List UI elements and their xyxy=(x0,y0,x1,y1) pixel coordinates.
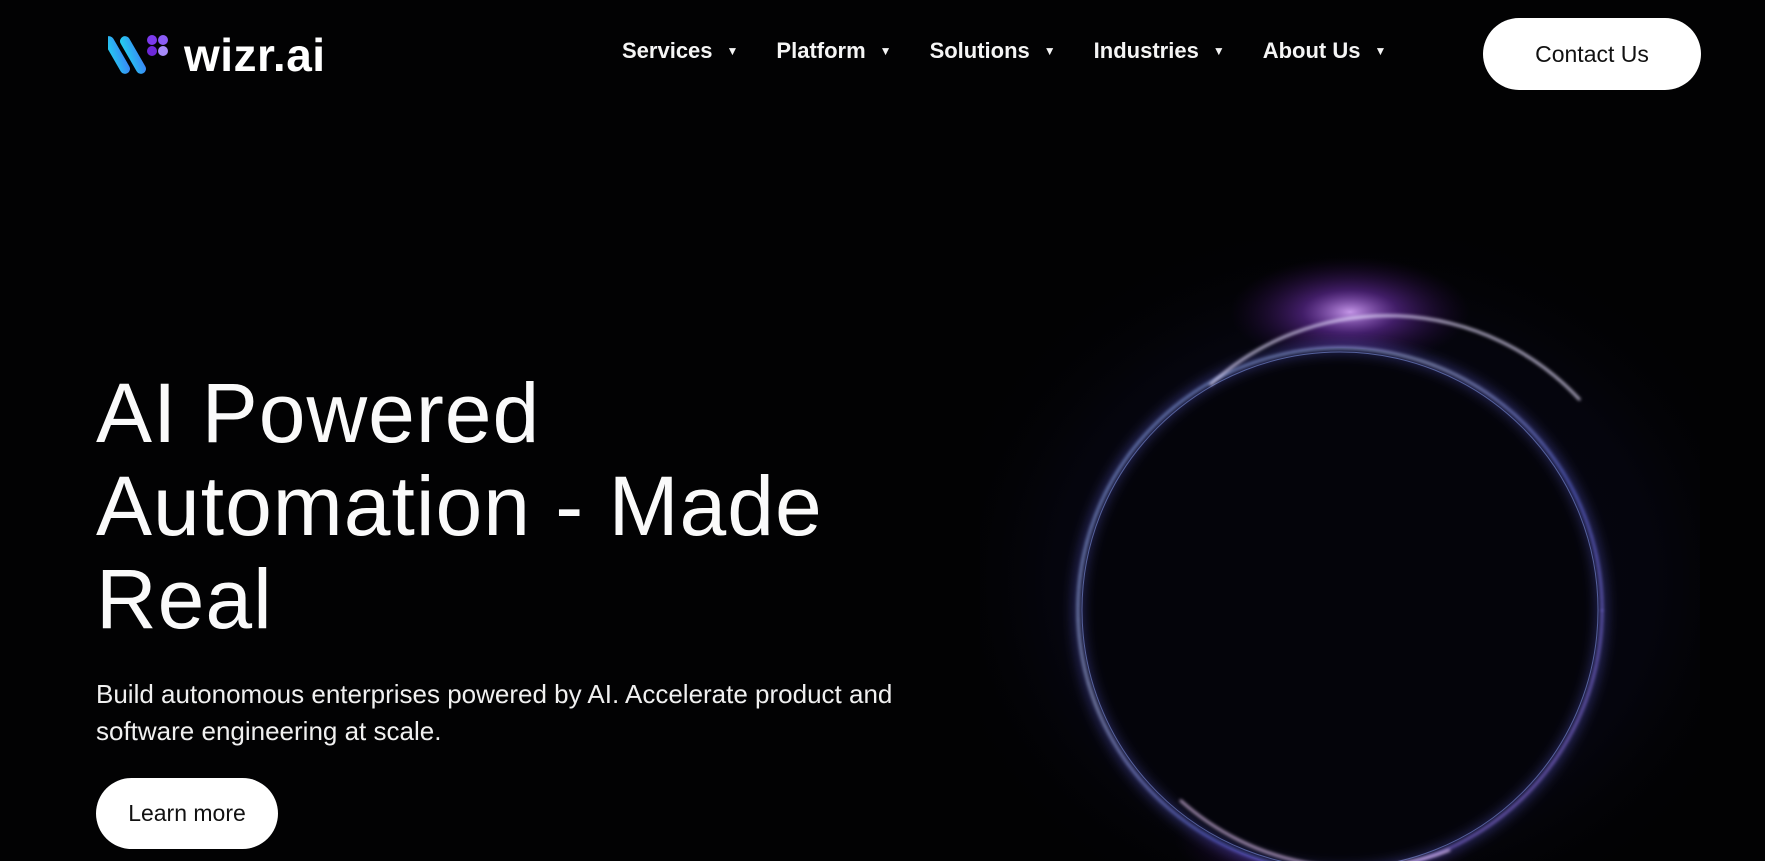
site-header: wizr.ai Services ▼ Platform ▼ Solutions … xyxy=(0,0,1765,108)
caret-down-icon: ▼ xyxy=(726,44,739,58)
nav-item-platform[interactable]: Platform ▼ xyxy=(776,38,891,64)
nav-label: Services xyxy=(622,38,713,63)
nav-label: Solutions xyxy=(929,38,1030,63)
main-nav: Services ▼ Platform ▼ Solutions ▼ Indust… xyxy=(622,38,1424,64)
caret-down-icon: ▼ xyxy=(879,44,892,58)
hero-subtitle: Build autonomous enterprises powered by … xyxy=(96,676,956,750)
caret-down-icon: ▼ xyxy=(1043,44,1056,58)
nav-item-industries[interactable]: Industries ▼ xyxy=(1094,38,1225,64)
contact-us-button[interactable]: Contact Us xyxy=(1483,18,1701,90)
logo-text: wizr.ai xyxy=(184,29,326,81)
logo[interactable]: wizr.ai xyxy=(108,30,326,80)
caret-down-icon: ▼ xyxy=(1212,44,1225,58)
wizr-logo-icon xyxy=(108,35,168,74)
hero-title-line: AI Powered xyxy=(96,366,541,460)
hero-title-line: Real xyxy=(96,552,273,646)
hero-title: AI Powered Automation - Made Real xyxy=(96,367,936,646)
nav-item-about-us[interactable]: About Us ▼ xyxy=(1263,38,1387,64)
nav-label: Platform xyxy=(776,38,866,63)
caret-down-icon: ▼ xyxy=(1374,44,1387,58)
nav-label: About Us xyxy=(1262,38,1361,63)
hero-subtitle-line: software engineering at scale. xyxy=(96,716,442,746)
learn-more-button[interactable]: Learn more xyxy=(96,778,278,849)
hero-title-line: Automation - Made xyxy=(96,459,823,553)
nav-item-solutions[interactable]: Solutions ▼ xyxy=(930,38,1056,64)
nav-label: Industries xyxy=(1093,38,1199,63)
hero-subtitle-line: Build autonomous enterprises powered by … xyxy=(96,679,893,709)
page: wizr.ai Services ▼ Platform ▼ Solutions … xyxy=(0,0,1765,861)
nav-item-services[interactable]: Services ▼ xyxy=(622,38,738,64)
glowing-sphere-graphic xyxy=(980,240,1700,861)
